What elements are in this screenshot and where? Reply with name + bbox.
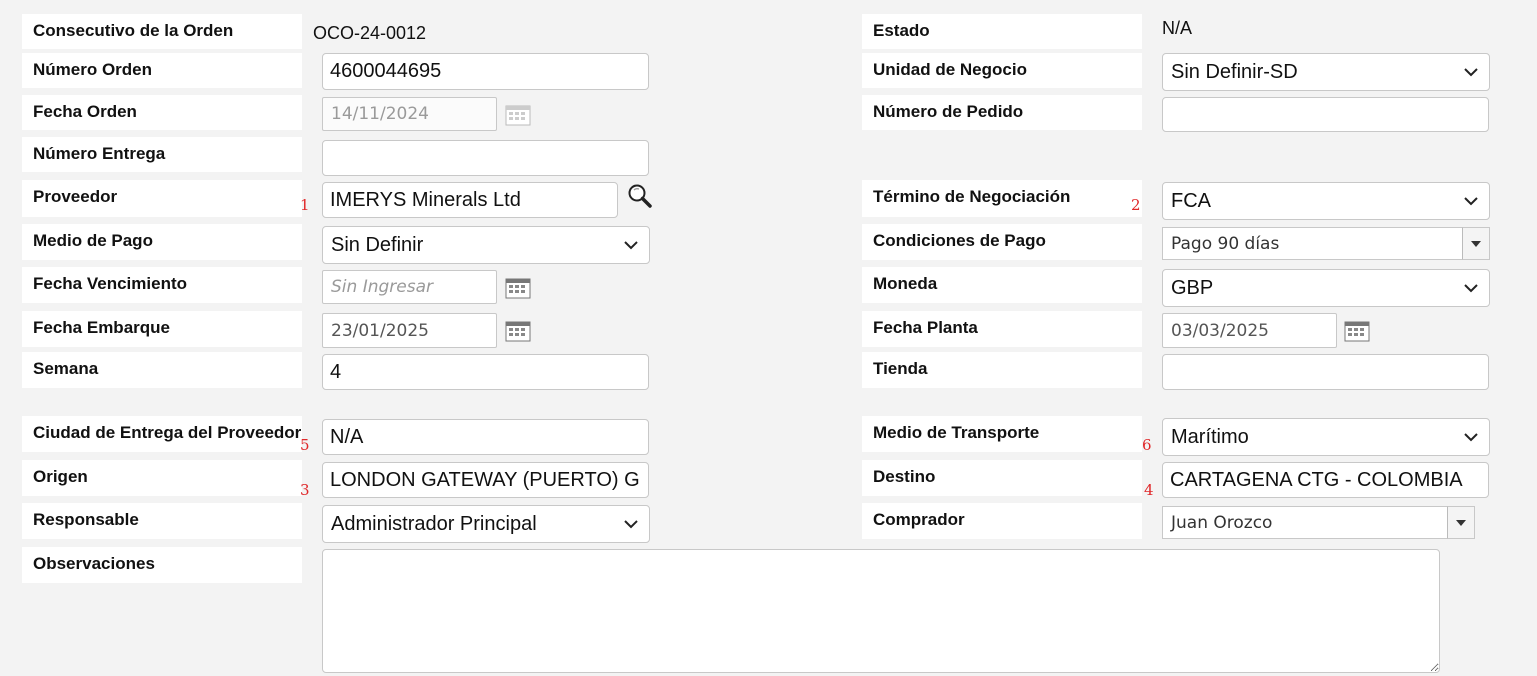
condiciones-pago-combo[interactable]: Pago 90 días <box>1162 227 1463 260</box>
fecha-vencimiento-field[interactable]: Sin Ingresar <box>322 270 497 304</box>
chevron-down-icon <box>1464 284 1478 293</box>
calendar-icon[interactable] <box>505 320 531 342</box>
medio-pago-selected: Sin Definir <box>331 233 424 256</box>
calendar-icon[interactable] <box>1344 320 1370 342</box>
label-numero-entrega: Número Entrega <box>22 137 302 172</box>
numero-entrega-input[interactable] <box>322 140 649 176</box>
condiciones-pago-dropdown-button[interactable] <box>1462 227 1490 260</box>
label-numero-pedido: Número de Pedido <box>862 95 1142 130</box>
chevron-down-icon <box>1464 197 1478 206</box>
label-destino: Destino <box>862 460 1142 496</box>
fecha-orden-field[interactable]: 14/11/2024 <box>322 97 497 131</box>
triangle-down-icon <box>1471 240 1481 247</box>
fecha-planta-value: 03/03/2025 <box>1171 320 1269 341</box>
destino-input[interactable] <box>1162 462 1489 498</box>
ciudad-entrega-input[interactable] <box>322 419 649 455</box>
fecha-vencimiento-placeholder: Sin Ingresar <box>331 277 433 297</box>
numero-pedido-input[interactable] <box>1162 97 1489 132</box>
origen-input[interactable] <box>322 462 649 498</box>
label-observaciones: Observaciones <box>22 547 302 583</box>
calendar-icon[interactable] <box>505 277 531 299</box>
fecha-embarque-value: 23/01/2025 <box>331 320 429 341</box>
label-condiciones-pago: Condiciones de Pago <box>862 224 1142 260</box>
marker-5: 5 <box>300 436 310 454</box>
label-moneda: Moneda <box>862 267 1142 303</box>
triangle-down-icon <box>1456 519 1466 526</box>
unidad-negocio-select[interactable]: Sin Definir-SD <box>1162 53 1490 91</box>
moneda-selected: GBP <box>1171 276 1214 299</box>
medio-pago-select[interactable]: Sin Definir <box>322 226 650 264</box>
label-ciudad-entrega: Ciudad de Entrega del Proveedor <box>22 416 302 452</box>
chevron-down-icon <box>624 241 638 250</box>
label-fecha-vencimiento: Fecha Vencimiento <box>22 267 302 303</box>
consecutivo-value: OCO-24-0012 <box>313 23 427 43</box>
search-icon[interactable] <box>627 183 653 209</box>
condiciones-pago-value: Pago 90 días <box>1171 233 1280 254</box>
marker-4: 4 <box>1144 481 1154 499</box>
label-termino-negociacion: Término de Negociación <box>862 180 1142 217</box>
calendar-icon[interactable] <box>505 104 531 126</box>
fecha-orden-value: 14/11/2024 <box>331 104 429 124</box>
medio-transporte-select[interactable]: Marítimo <box>1162 418 1490 456</box>
termino-negociacion-selected: FCA <box>1171 189 1211 212</box>
termino-negociacion-select[interactable]: FCA <box>1162 182 1490 220</box>
tienda-input[interactable] <box>1162 354 1489 390</box>
label-medio-transporte: Medio de Transporte <box>862 416 1142 452</box>
label-fecha-orden: Fecha Orden <box>22 95 302 130</box>
label-numero-orden: Número Orden <box>22 53 302 88</box>
label-estado: Estado <box>862 14 1142 49</box>
semana-input[interactable] <box>322 354 649 390</box>
responsable-selected: Administrador Principal <box>331 512 537 535</box>
comprador-combo[interactable]: Juan Orozco <box>1162 506 1448 539</box>
unidad-negocio-selected: Sin Definir-SD <box>1171 60 1298 83</box>
label-proveedor: Proveedor <box>22 180 302 217</box>
responsable-select[interactable]: Administrador Principal <box>322 505 650 543</box>
marker-1: 1 <box>300 196 310 214</box>
label-consecutivo: Consecutivo de la Orden <box>22 14 302 49</box>
chevron-down-icon <box>1464 68 1478 77</box>
fecha-embarque-field[interactable]: 23/01/2025 <box>322 313 497 348</box>
observaciones-textarea[interactable] <box>322 549 1440 673</box>
label-comprador: Comprador <box>862 503 1142 539</box>
label-tienda: Tienda <box>862 352 1142 388</box>
label-fecha-embarque: Fecha Embarque <box>22 311 302 347</box>
label-semana: Semana <box>22 352 302 388</box>
estado-value: N/A <box>1162 18 1193 38</box>
medio-transporte-selected: Marítimo <box>1171 425 1249 448</box>
fecha-planta-field[interactable]: 03/03/2025 <box>1162 313 1337 348</box>
label-responsable: Responsable <box>22 503 302 539</box>
label-unidad-negocio: Unidad de Negocio <box>862 53 1142 88</box>
proveedor-input[interactable] <box>322 182 618 218</box>
label-fecha-planta: Fecha Planta <box>862 311 1142 347</box>
marker-2: 2 <box>1131 196 1141 214</box>
chevron-down-icon <box>624 520 638 529</box>
chevron-down-icon <box>1464 433 1478 442</box>
marker-3: 3 <box>300 481 310 499</box>
numero-orden-input[interactable] <box>322 53 649 90</box>
comprador-value: Juan Orozco <box>1171 512 1273 533</box>
comprador-dropdown-button[interactable] <box>1447 506 1475 539</box>
moneda-select[interactable]: GBP <box>1162 269 1490 307</box>
label-origen: Origen <box>22 460 302 496</box>
marker-6: 6 <box>1142 436 1152 454</box>
label-medio-pago: Medio de Pago <box>22 224 302 260</box>
